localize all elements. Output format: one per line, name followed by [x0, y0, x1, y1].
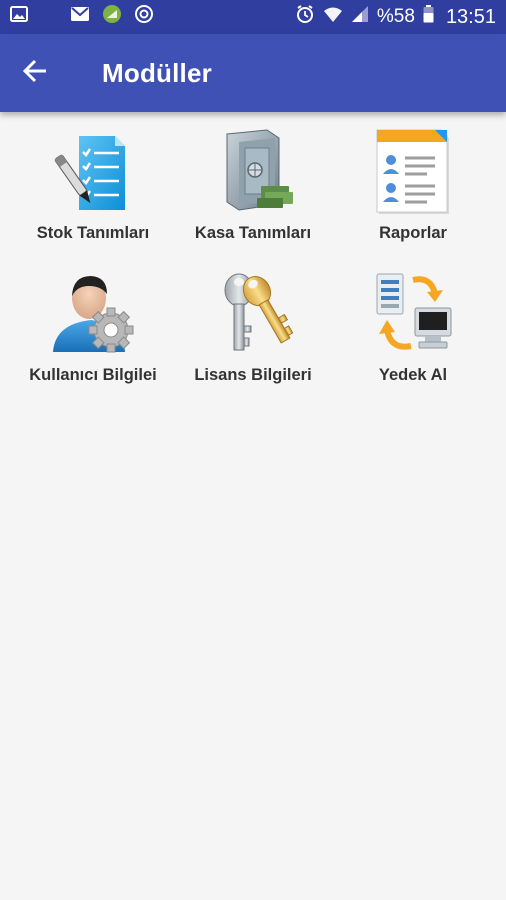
keys-icon	[205, 268, 301, 360]
alarm-icon	[295, 4, 315, 30]
module-label: Lisans Bilgileri	[194, 366, 312, 384]
page-title: Modüller	[102, 57, 212, 88]
module-label: Kullanıcı Bilgilei	[29, 366, 157, 384]
battery-icon	[423, 5, 434, 29]
arrow-left-icon	[22, 58, 48, 89]
status-bar-right: %58 13:51	[295, 4, 496, 30]
module-label: Stok Tanımları	[36, 224, 150, 242]
module-tile-reports[interactable]: Raporlar	[329, 126, 497, 266]
battery-percent: %58	[376, 6, 415, 27]
app-bar: Modüller	[0, 34, 506, 112]
module-label: Yedek Al	[378, 366, 448, 384]
backup-icon	[365, 268, 461, 360]
clock: 13:51	[445, 5, 496, 28]
status-bar-left	[10, 4, 154, 30]
module-tile-stock[interactable]: Stok Tanımları	[9, 126, 177, 266]
safe-icon	[205, 126, 301, 218]
module-tile-cashbox[interactable]: Kasa Tanımları	[169, 126, 337, 266]
report-icon	[365, 126, 461, 218]
user-settings-icon	[45, 268, 141, 360]
module-label: Kasa Tanımları	[194, 224, 312, 242]
gmail-icon	[70, 6, 90, 28]
stock-list-icon	[45, 126, 141, 218]
module-tile-user-info[interactable]: Kullanıcı Bilgilei	[9, 268, 177, 408]
app-notification-icon	[102, 4, 122, 30]
module-tile-backup[interactable]: Yedek Al	[329, 268, 497, 408]
back-button[interactable]	[0, 34, 70, 112]
status-bar: %58 13:51	[0, 0, 506, 34]
module-tile-license-info[interactable]: Lisans Bilgileri	[169, 268, 337, 408]
gallery-icon	[10, 5, 28, 29]
module-label: Raporlar	[379, 224, 447, 242]
signal-icon	[351, 5, 369, 29]
sync-icon	[134, 4, 154, 30]
wifi-icon	[323, 5, 343, 29]
